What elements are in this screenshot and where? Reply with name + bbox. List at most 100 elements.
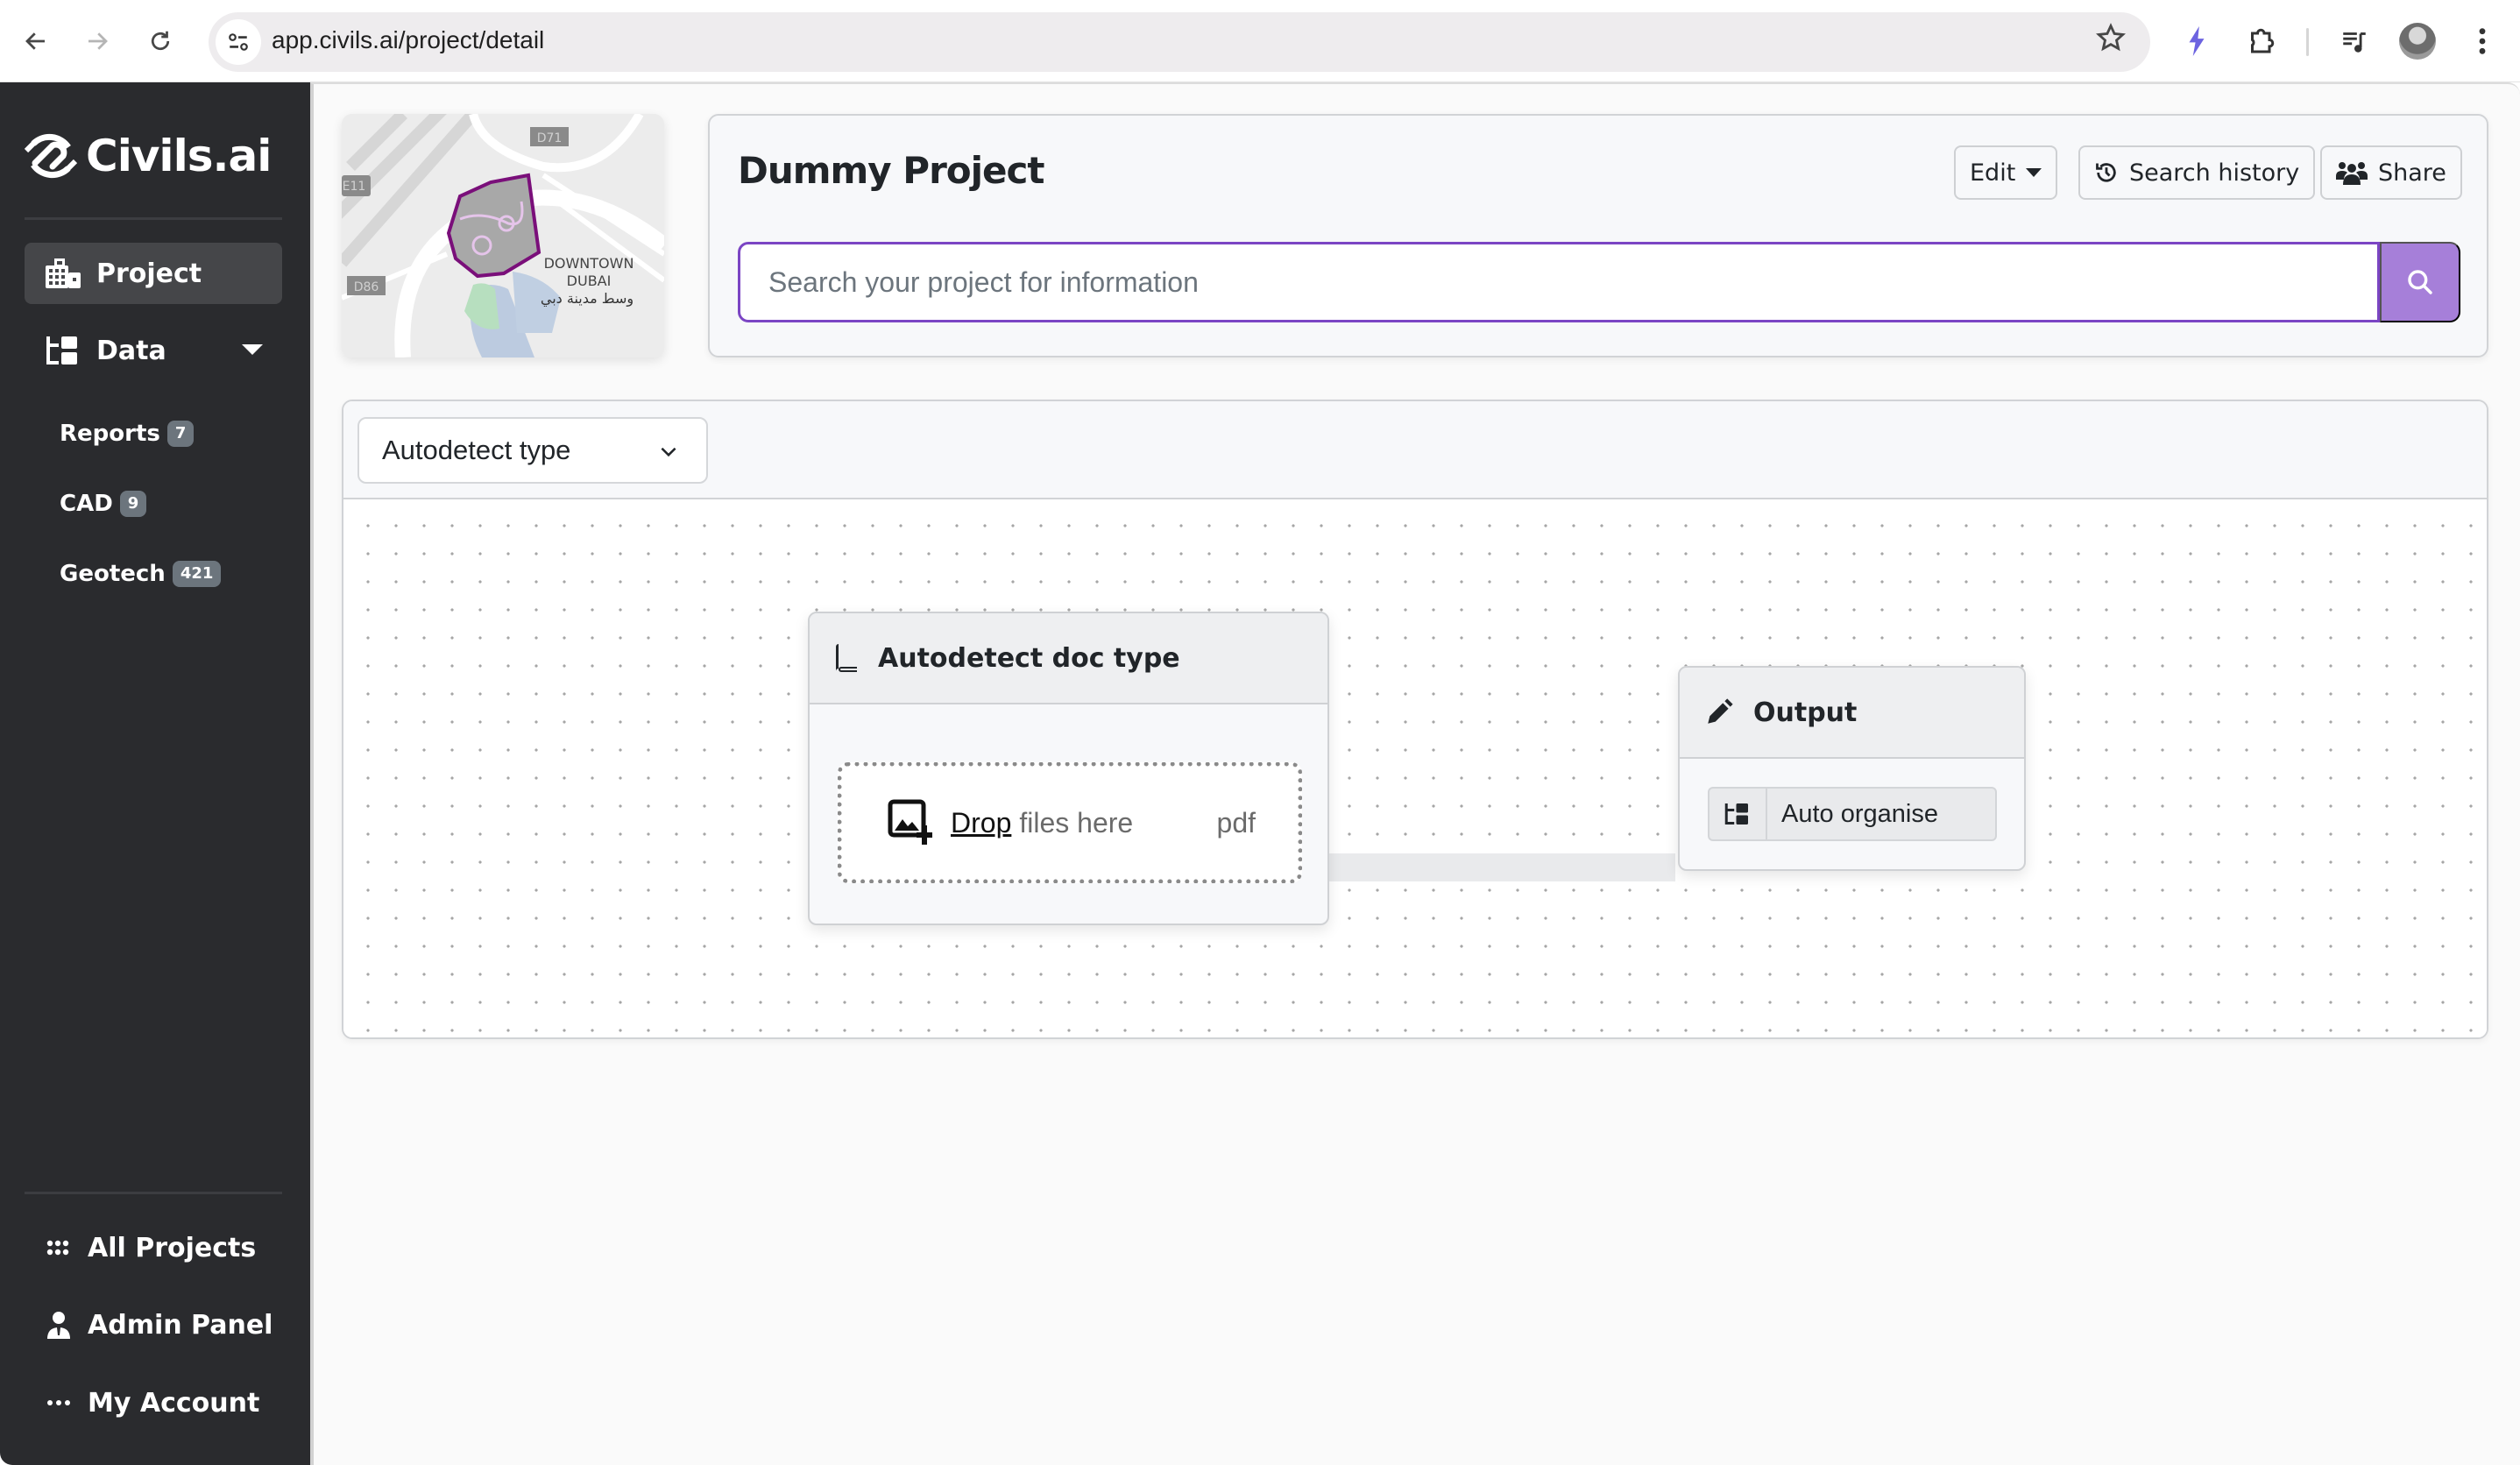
bookmark-button[interactable] bbox=[2095, 23, 2127, 61]
map-district-label: DUBAI bbox=[567, 272, 612, 289]
sidebar-item-my-account[interactable]: My Account bbox=[46, 1381, 259, 1425]
project-header: Dummy Project Edit Search history Share bbox=[708, 114, 2488, 357]
sidebar-subitem-reports[interactable]: Reports 7 bbox=[60, 416, 195, 451]
browser-menu-button[interactable] bbox=[2460, 19, 2504, 63]
bolt-extension-button[interactable] bbox=[2175, 19, 2219, 63]
share-label: Share bbox=[2378, 159, 2446, 187]
subitem-label: Reports bbox=[60, 421, 160, 447]
sidebar-item-label: Admin Panel bbox=[88, 1309, 273, 1341]
sidebar-item-label: Data bbox=[96, 335, 166, 366]
dropzone-text: files here bbox=[1019, 806, 1134, 839]
project-map-thumbnail[interactable]: D71 E11 D86 DOWNTOWN DUBAI وسط مدينة دبي bbox=[342, 114, 664, 357]
media-queue-icon bbox=[2343, 32, 2366, 53]
browser-toolbar: app.civils.ai/project/detail bbox=[0, 0, 2520, 82]
grid-dots-icon bbox=[46, 1235, 72, 1261]
extensions-puzzle-icon bbox=[2251, 28, 2275, 53]
browse-files-link[interactable]: Drop bbox=[951, 807, 1011, 839]
brand-name: Civils.ai bbox=[86, 131, 272, 181]
back-button[interactable] bbox=[14, 19, 58, 63]
media-queue-button[interactable] bbox=[2332, 19, 2376, 63]
civils-logo-icon bbox=[24, 133, 78, 179]
sidebar-item-label: My Account bbox=[88, 1387, 260, 1419]
map-road-label: D71 bbox=[537, 131, 563, 145]
brand-logo[interactable]: Civils.ai bbox=[23, 128, 272, 184]
sidebar-item-data[interactable]: Data bbox=[25, 320, 282, 381]
search-history-label: Search history bbox=[2129, 159, 2300, 187]
bookmark-star-icon bbox=[2095, 23, 2127, 52]
accepted-file-type: pdf bbox=[1216, 806, 1256, 839]
node-header[interactable]: Autodetect doc type bbox=[810, 613, 1327, 704]
map-image: D71 E11 D86 DOWNTOWN DUBAI وسط مدينة دبي bbox=[342, 114, 664, 357]
auto-organise-button[interactable]: Auto organise bbox=[1708, 787, 1997, 841]
sidebar-divider bbox=[25, 217, 282, 220]
node-title: Autodetect doc type bbox=[878, 642, 1180, 674]
search-icon bbox=[2408, 270, 2432, 294]
ellipsis-icon bbox=[46, 1390, 72, 1416]
reload-button[interactable] bbox=[138, 19, 182, 63]
extensions-button[interactable] bbox=[2240, 19, 2283, 63]
count-badge: 7 bbox=[166, 421, 195, 447]
map-district-label-ar: وسط مدينة دبي bbox=[541, 290, 634, 308]
forward-button[interactable] bbox=[75, 19, 119, 63]
map-road-label: E11 bbox=[343, 180, 366, 194]
page-title: Dummy Project bbox=[738, 149, 1044, 192]
reload-icon bbox=[151, 31, 170, 51]
doc-type-select[interactable]: Autodetect type bbox=[357, 417, 708, 484]
forward-icon bbox=[88, 32, 108, 50]
user-tie-icon bbox=[46, 1312, 72, 1339]
share-button[interactable]: Share bbox=[2320, 145, 2462, 200]
sidebar-item-label: All Projects bbox=[88, 1232, 257, 1263]
edit-dropdown-button[interactable]: Edit bbox=[1954, 145, 2058, 200]
back-icon bbox=[25, 32, 45, 50]
folder-tree-icon bbox=[1709, 789, 1767, 839]
site-info-icon bbox=[229, 33, 248, 51]
workflow-canvas[interactable]: Autodetect doc type Drop files here pdf … bbox=[343, 499, 2487, 1037]
sidebar-subitem-geotech[interactable]: Geotech 421 bbox=[60, 556, 222, 591]
subitem-label: Geotech bbox=[60, 561, 166, 587]
count-badge: 421 bbox=[172, 561, 222, 587]
canvas-toolbar: Autodetect type bbox=[343, 401, 2487, 499]
sidebar-item-admin-panel[interactable]: Admin Panel bbox=[46, 1303, 273, 1347]
sidebar-subitem-cad[interactable]: CAD 9 bbox=[60, 486, 147, 521]
history-icon bbox=[2094, 160, 2119, 185]
node-header[interactable]: Output bbox=[1680, 668, 2024, 759]
search-submit-button[interactable] bbox=[2380, 242, 2460, 322]
building-icon bbox=[46, 258, 81, 289]
search-history-button[interactable]: Search history bbox=[2078, 145, 2316, 200]
sidebar-item-project[interactable]: Project bbox=[25, 243, 282, 304]
doc-type-select-value: Autodetect type bbox=[382, 435, 571, 465]
url-text[interactable]: app.civils.ai/project/detail bbox=[272, 26, 544, 54]
project-search-input[interactable] bbox=[738, 242, 2380, 322]
address-bar[interactable]: app.civils.ai/project/detail bbox=[209, 12, 2150, 72]
sidebar: Civils.ai Project Data Reports 7 CAD 9 G… bbox=[0, 82, 310, 1465]
bolt-extension-icon bbox=[2189, 26, 2205, 56]
toolbar-separator bbox=[2306, 28, 2309, 56]
auto-organise-label: Auto organise bbox=[1781, 799, 1938, 828]
chevron-down-icon bbox=[661, 447, 676, 457]
caret-down-icon bbox=[2026, 168, 2042, 177]
caret-down-icon[interactable] bbox=[242, 344, 263, 355]
users-icon bbox=[2336, 160, 2368, 185]
profile-avatar[interactable] bbox=[2399, 23, 2436, 60]
workflow-edge[interactable] bbox=[1325, 853, 1675, 881]
map-district-label: DOWNTOWN bbox=[544, 255, 634, 272]
workflow-canvas-card: Autodetect type Autodetect doc type Drop… bbox=[342, 400, 2488, 1039]
edit-label: Edit bbox=[1970, 159, 2016, 187]
map-road-label: D86 bbox=[354, 280, 379, 294]
sidebar-item-all-projects[interactable]: All Projects bbox=[46, 1226, 256, 1270]
count-badge: 9 bbox=[119, 491, 147, 517]
sidebar-divider bbox=[25, 1192, 282, 1194]
input-node-autodetect[interactable]: Autodetect doc type Drop files here pdf bbox=[808, 612, 1329, 925]
pencil-icon bbox=[1704, 697, 1734, 727]
site-info-button[interactable] bbox=[216, 19, 261, 65]
output-node[interactable]: Output Auto organise bbox=[1678, 666, 2026, 871]
add-image-icon bbox=[888, 799, 933, 846]
book-icon bbox=[836, 644, 859, 672]
subitem-label: CAD bbox=[60, 491, 113, 517]
project-search bbox=[738, 242, 2460, 322]
kebab-menu-icon bbox=[2479, 28, 2486, 54]
folder-tree-icon bbox=[46, 335, 81, 366]
file-dropzone[interactable]: Drop files here pdf bbox=[838, 762, 1302, 883]
sidebar-item-label: Project bbox=[96, 258, 202, 289]
node-title: Output bbox=[1753, 697, 1858, 728]
